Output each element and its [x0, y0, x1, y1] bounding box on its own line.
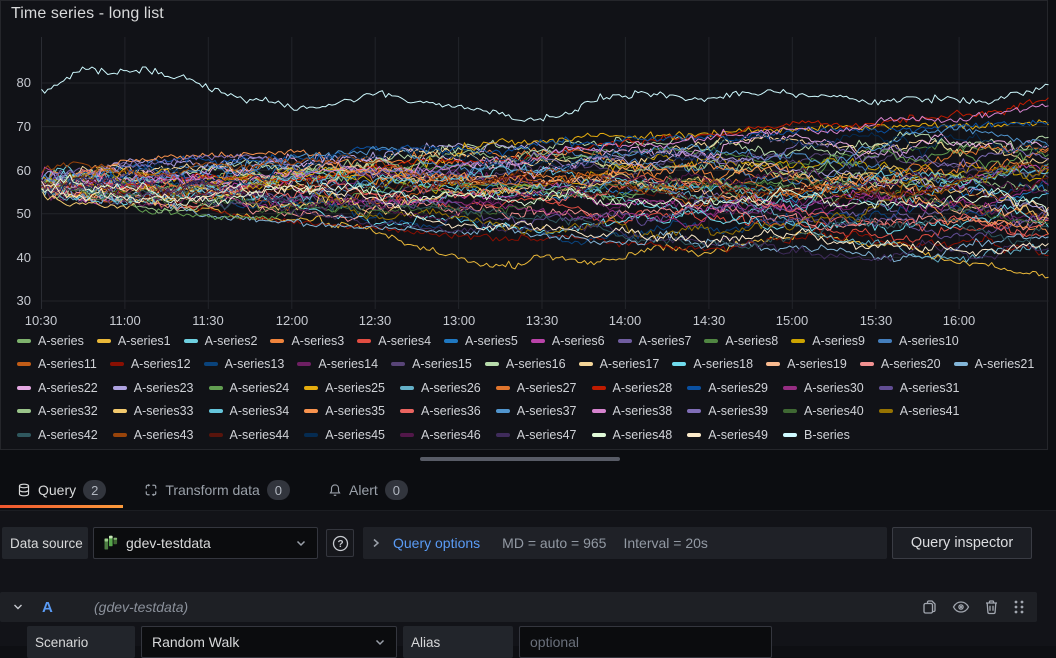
svg-text:14:30: 14:30: [693, 313, 726, 327]
svg-text:80: 80: [17, 75, 31, 90]
svg-text:?: ?: [337, 539, 343, 550]
svg-text:12:00: 12:00: [276, 313, 309, 327]
svg-text:11:00: 11:00: [109, 313, 141, 327]
svg-text:30: 30: [17, 293, 31, 308]
svg-text:10:30: 10:30: [25, 313, 58, 327]
svg-text:40: 40: [17, 250, 31, 265]
svg-text:15:30: 15:30: [860, 313, 893, 327]
svg-text:15:00: 15:00: [776, 313, 809, 327]
svg-text:13:30: 13:30: [526, 313, 559, 327]
svg-text:50: 50: [17, 206, 31, 221]
svg-text:60: 60: [17, 163, 31, 178]
svg-text:16:00: 16:00: [943, 313, 976, 327]
svg-text:14:00: 14:00: [609, 313, 642, 327]
svg-text:11:30: 11:30: [192, 313, 224, 327]
svg-text:13:00: 13:00: [443, 313, 476, 327]
svg-text:12:30: 12:30: [359, 313, 392, 327]
svg-text:70: 70: [17, 119, 31, 134]
